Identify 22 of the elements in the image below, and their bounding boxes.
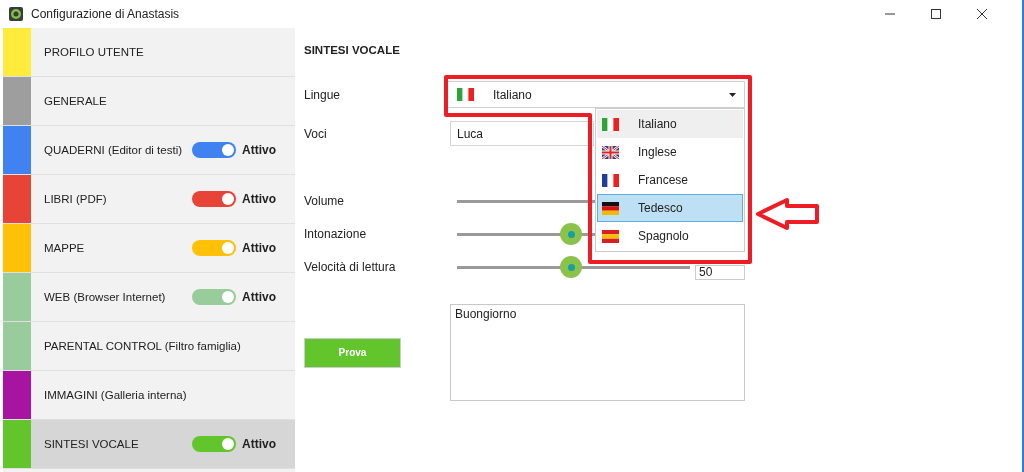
field-label: Voci bbox=[304, 126, 328, 141]
section-heading: SINTESI VOCALE bbox=[304, 44, 401, 58]
toggle-label: Attivo bbox=[242, 192, 276, 206]
dropdown-value: Italiano bbox=[493, 87, 533, 102]
slider-label: Intonazione bbox=[304, 227, 368, 241]
sidebar-label: WEB (Browser Internet) bbox=[44, 291, 167, 303]
sidebar-label: PROFILO UTENTE bbox=[44, 46, 145, 58]
toggle-label: Attivo bbox=[242, 241, 276, 255]
sidebar-label: PARENTAL CONTROL (Filtro famiglia) bbox=[44, 340, 241, 352]
sidebar-label: SINTESI VOCALE bbox=[44, 438, 140, 450]
toggle-label: Attivo bbox=[242, 290, 276, 304]
sidebar-label: IMMAGINI (Galleria interna) bbox=[44, 389, 188, 401]
field-label: Lingue bbox=[304, 87, 342, 102]
sidebar-label: LIBRI (PDF) bbox=[44, 193, 108, 205]
sidebar-label: GENERALE bbox=[44, 95, 108, 107]
slider-label: Velocità di lettura bbox=[304, 260, 397, 274]
sidebar-label: MAPPE bbox=[44, 242, 86, 254]
window-title: Configurazione di Anastasis bbox=[31, 7, 180, 21]
toggle-label: Attivo bbox=[242, 437, 276, 451]
toggle-label: Attivo bbox=[242, 143, 276, 157]
slider-label: Volume bbox=[304, 194, 346, 208]
sidebar-label: QUADERNI (Editor di testi) bbox=[44, 144, 184, 156]
